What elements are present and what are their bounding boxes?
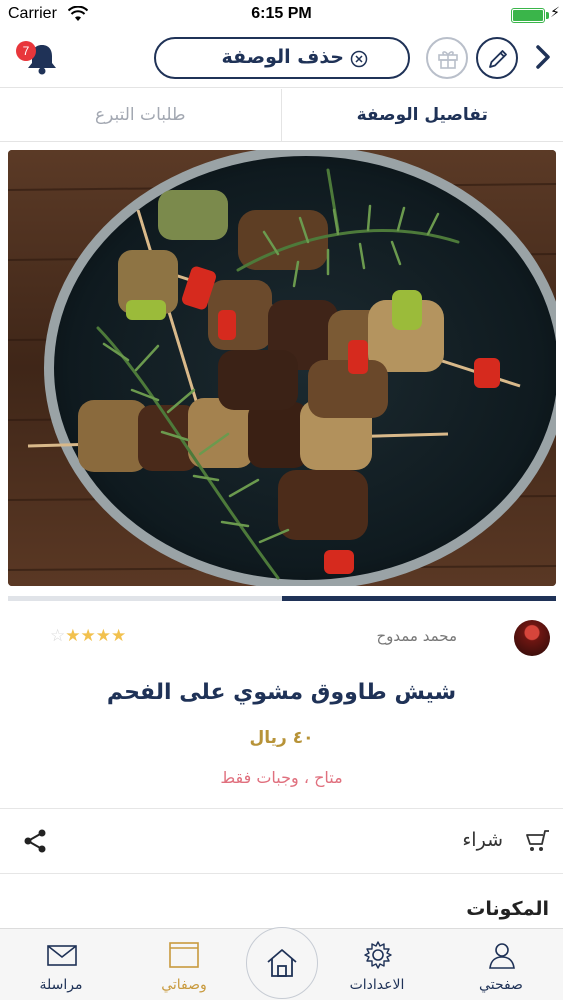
cart-icon[interactable] [524,829,550,853]
delete-recipe-label: حذف الوصفة [221,46,344,68]
author-name[interactable]: محمد ممدوح [376,627,457,645]
bottom-tab-bar: مراسلة وصفاتي الاعدادات صفحتي [0,927,563,1000]
notification-badge: 7 [16,41,36,61]
tab-settings-label: الاعدادات [349,977,405,993]
recipe-availability: متاح ، وجبات فقط [220,768,343,787]
gift-button[interactable] [426,37,468,79]
mail-icon [47,945,77,966]
buy-row: شراء [0,808,563,874]
star-full: ★ [80,626,96,646]
buy-button[interactable]: شراء [462,829,503,851]
tab-donation-requests[interactable]: طلبات التبرع [0,89,282,141]
clock: 6:15 PM [251,5,312,22]
delete-recipe-button[interactable]: حذف الوصفة [154,37,410,79]
home-icon [267,949,297,977]
star-full: ★ [111,626,127,646]
gear-icon [364,941,392,969]
ingredients-heading: المكونات [466,898,549,920]
tab-my-recipes[interactable]: وصفاتي [139,929,229,1000]
author-avatar[interactable] [514,620,550,656]
star-full: ★ [95,626,111,646]
tab-messages-label: مراسلة [39,977,83,993]
share-icon[interactable] [22,828,48,854]
battery-icon [511,8,545,23]
recipe-tabs: طلبات التبرع تفاصيل الوصفة [0,89,563,142]
recipe-title: شيش طاووق مشوي على الفحم [106,680,457,705]
star-empty-half: ☆ [50,626,66,646]
gallery-progress [8,596,556,601]
edit-button[interactable] [476,37,518,79]
user-icon [489,943,515,969]
folder-icon [169,942,199,968]
home-button[interactable] [246,927,318,999]
nav-bar: 7 حذف الوصفة [0,30,563,88]
chevron-right-icon[interactable] [531,42,555,72]
tab-my-recipes-label: وصفاتي [161,977,207,993]
tab-messages[interactable]: مراسلة [16,929,106,1000]
tab-settings[interactable]: الاعدادات [332,929,422,1000]
tab-my-page[interactable]: صفحتي [456,929,546,1000]
rating-stars: ☆★★★★ [50,626,126,646]
recipe-photo-illustration [8,150,556,586]
gift-icon [438,51,458,69]
status-bar: Carrier 6:15 PM ⚡ [0,0,563,30]
gallery-progress-fill [282,596,556,601]
tab-my-page-label: صفحتي [479,977,523,993]
notifications-button[interactable]: 7 [16,39,60,75]
tab-recipe-details[interactable]: تفاصيل الوصفة [282,89,563,141]
charging-icon: ⚡ [550,5,560,21]
pencil-icon [489,50,507,68]
star-full: ★ [65,626,81,646]
close-circle-icon [350,50,368,68]
recipe-price: ٤٠ ريال [249,728,314,748]
recipe-photo[interactable] [8,150,556,586]
